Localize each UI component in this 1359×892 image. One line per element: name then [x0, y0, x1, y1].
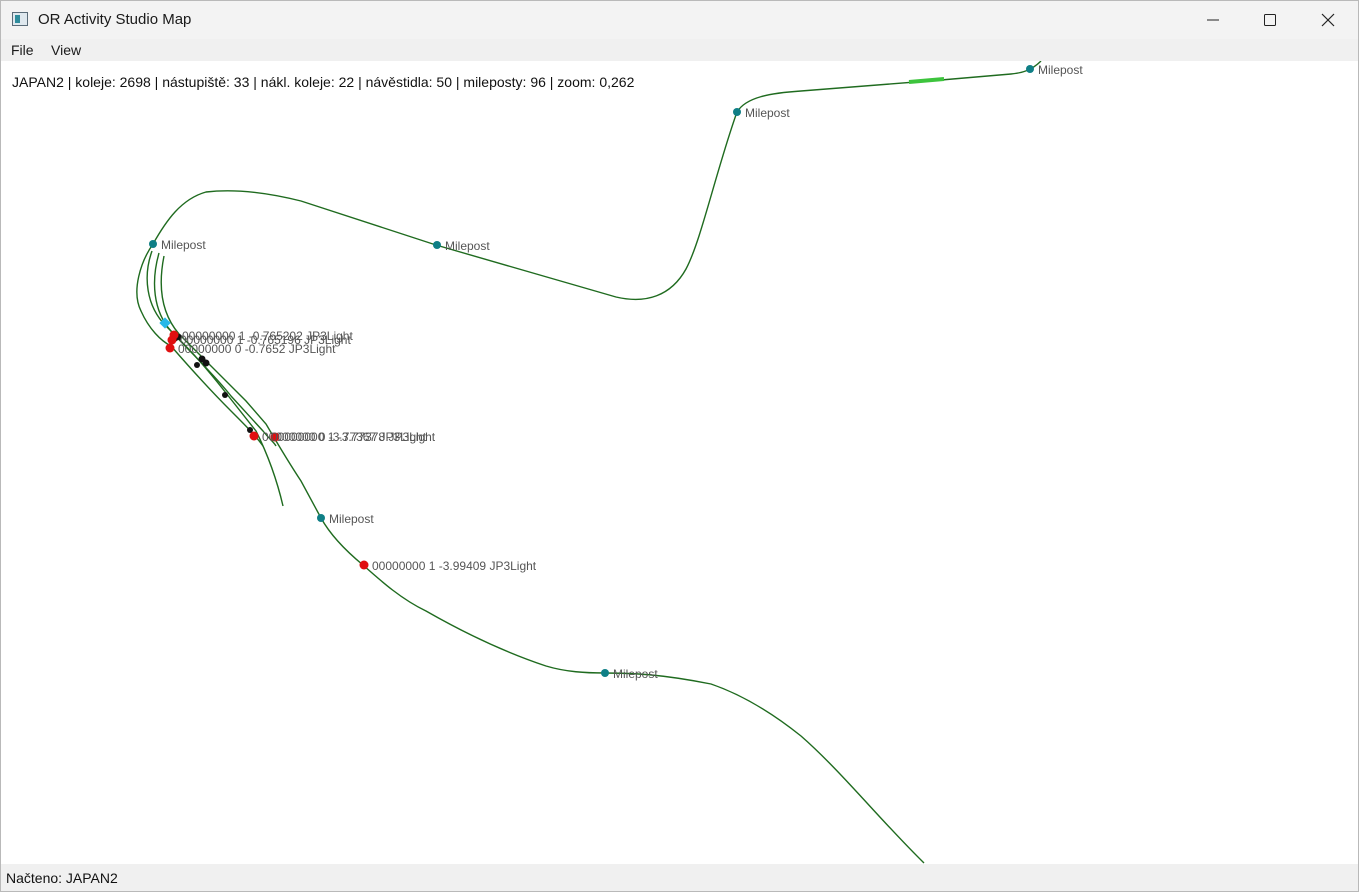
minimize-icon — [1207, 19, 1219, 21]
app-window: OR Activity Studio Map File View Milepos… — [0, 0, 1359, 892]
signal-label: 00000000 0 -0.7652 JP3Light — [178, 342, 336, 356]
milepost-label: Milepost — [329, 512, 374, 526]
maximize-button[interactable] — [1241, 1, 1299, 39]
status-bar: Načteno: JAPAN2 — [1, 864, 1358, 891]
status-text: Načteno: JAPAN2 — [6, 870, 118, 886]
signal-marker[interactable]: 00000000 0 -0.7652 JP3Light — [165, 342, 337, 356]
close-button[interactable] — [1299, 1, 1357, 39]
track-network — [136, 61, 1042, 864]
minimize-button[interactable] — [1184, 1, 1242, 39]
switch-point[interactable] — [194, 362, 200, 368]
platform-marker[interactable] — [908, 77, 945, 84]
menu-bar: File View — [1, 39, 1358, 61]
maximize-icon — [1264, 14, 1276, 26]
switch-point[interactable] — [222, 392, 228, 398]
milepost-label: Milepost — [161, 238, 206, 252]
menu-view[interactable]: View — [49, 42, 83, 58]
close-icon — [1321, 13, 1335, 27]
app-icon — [12, 12, 28, 26]
signal-marker[interactable]: 00000000 1 -3.77378 JP3Light — [270, 430, 436, 444]
signal-label: 00000000 1 -3.77378 JP3Light — [271, 430, 436, 444]
milepost-label: Milepost — [1038, 63, 1083, 77]
switch-point[interactable] — [202, 359, 210, 367]
menu-file[interactable]: File — [9, 42, 36, 58]
milepost-marker[interactable]: Milepost — [1026, 63, 1083, 77]
milepost-marker[interactable]: Milepost — [149, 238, 206, 252]
window-title: OR Activity Studio Map — [38, 11, 192, 28]
track-map[interactable]: Milepost Milepost Milepost Milepost Mile… — [1, 61, 1358, 864]
signals: 00000000 1 -0.765202 JP3Light 00000000 1… — [165, 329, 537, 573]
signal-label: 00000000 1 -3.99409 JP3Light — [372, 559, 537, 573]
milepost-marker[interactable]: Milepost — [317, 512, 374, 526]
map-info-line: JAPAN2 | koleje: 2698 | nástupiště: 33 |… — [12, 74, 635, 90]
track-main-upper — [136, 61, 1042, 347]
milepost-label: Milepost — [445, 239, 490, 253]
mileposts: Milepost Milepost Milepost Milepost Mile… — [149, 63, 1083, 681]
title-bar[interactable]: OR Activity Studio Map — [1, 1, 1358, 39]
map-canvas[interactable]: Milepost Milepost Milepost Milepost Mile… — [1, 61, 1358, 864]
milepost-label: Milepost — [745, 106, 790, 120]
milepost-marker[interactable]: Milepost — [733, 106, 790, 120]
milepost-marker[interactable]: Milepost — [601, 667, 658, 681]
milepost-label: Milepost — [613, 667, 658, 681]
signal-marker[interactable]: 00000000 1 -3.99409 JP3Light — [359, 559, 537, 573]
